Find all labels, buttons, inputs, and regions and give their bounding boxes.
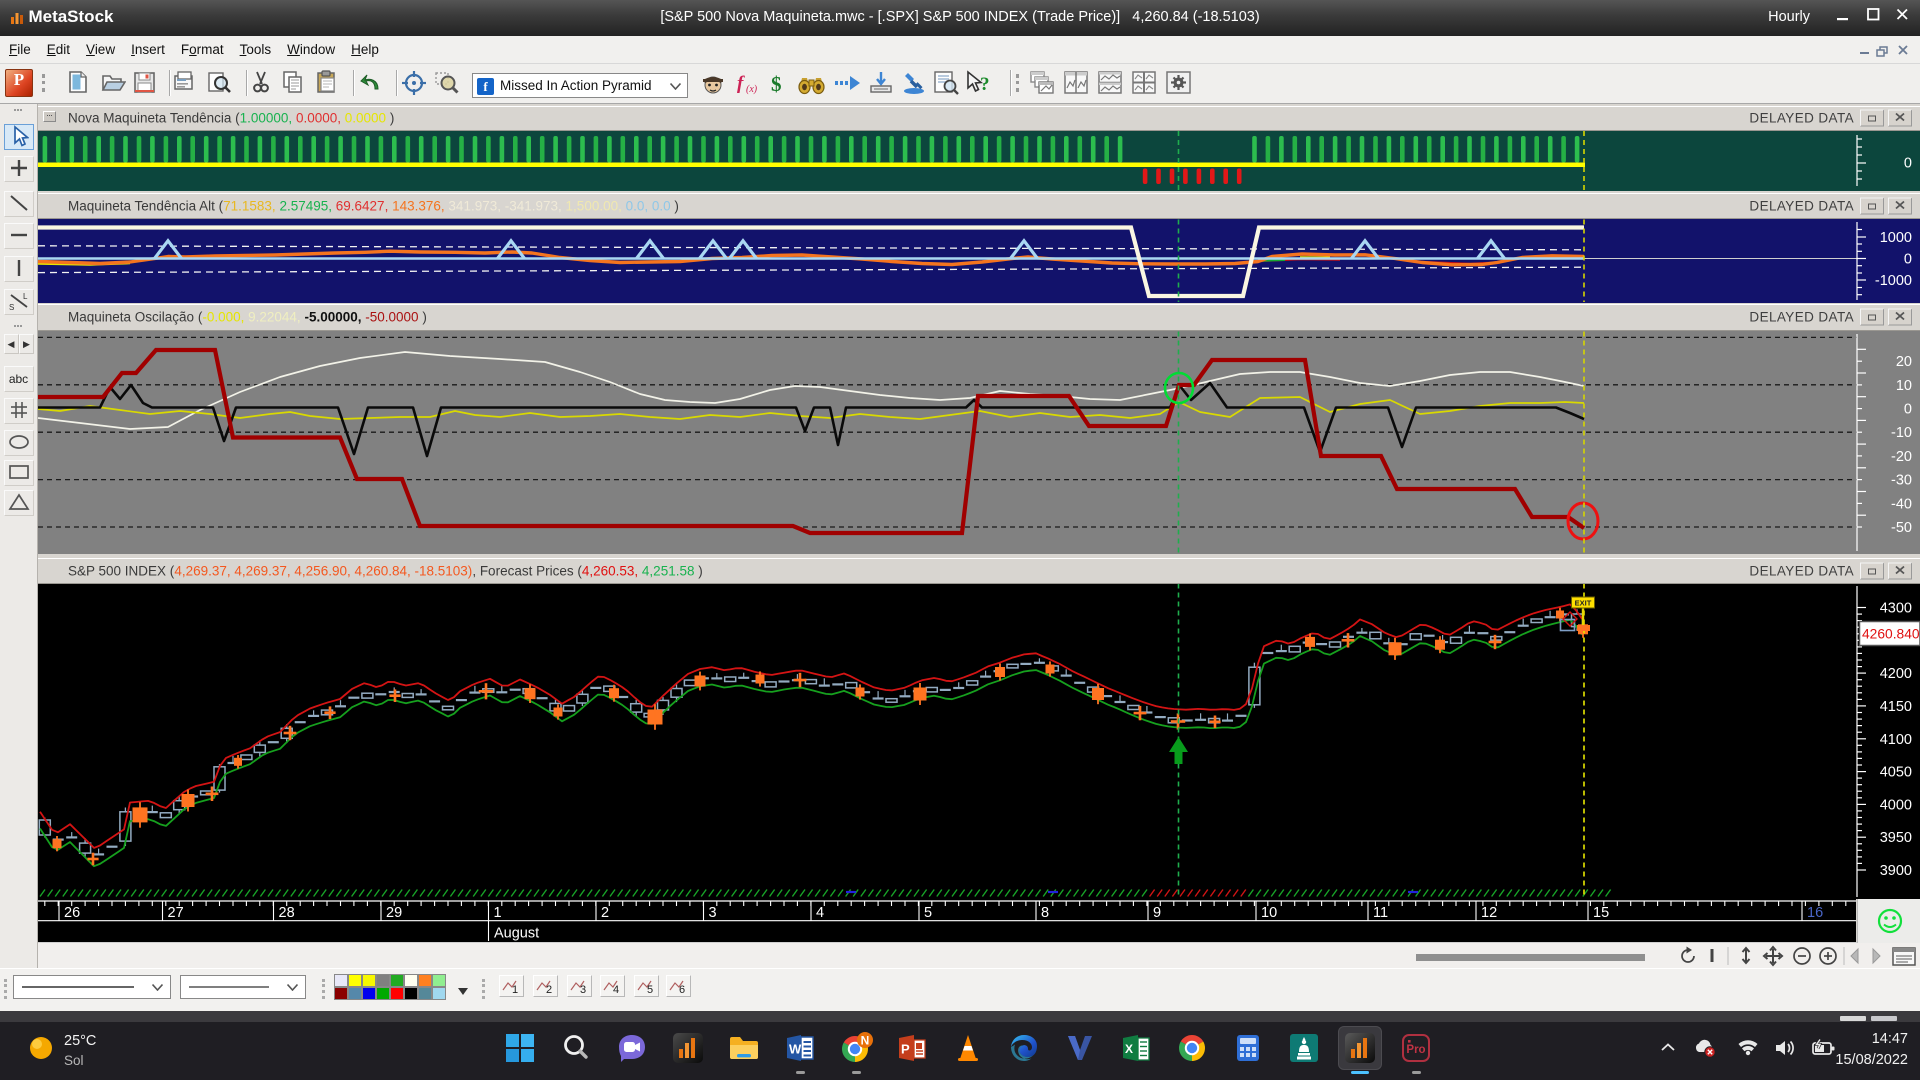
svg-text:0: 0 <box>1904 252 1912 268</box>
svg-text:20: 20 <box>1896 354 1912 370</box>
svg-text:-1000: -1000 <box>1875 273 1912 289</box>
svg-text:11: 11 <box>1373 905 1388 921</box>
svg-text:8: 8 <box>1041 905 1049 921</box>
svg-text:-50: -50 <box>1891 520 1912 536</box>
svg-text:2: 2 <box>546 984 552 996</box>
svg-text:10: 10 <box>1896 378 1912 394</box>
svg-text:2: 2 <box>601 905 609 921</box>
svg-text:3950: 3950 <box>1880 830 1912 846</box>
svg-text:W: W <box>789 1042 802 1057</box>
svg-text:-40: -40 <box>1891 496 1912 512</box>
svg-text:16: 16 <box>1807 905 1823 921</box>
svg-text:Pro: Pro <box>1406 1044 1425 1056</box>
svg-text:4: 4 <box>816 905 824 921</box>
svg-text:-10: -10 <box>1891 425 1912 441</box>
svg-text:6: 6 <box>679 984 685 996</box>
svg-text:4: 4 <box>613 984 619 996</box>
svg-text:4260.840: 4260.840 <box>1862 627 1920 642</box>
svg-text:4000: 4000 <box>1880 797 1912 813</box>
svg-text:5: 5 <box>647 984 653 996</box>
svg-text:3: 3 <box>580 984 586 996</box>
svg-text:4300: 4300 <box>1880 601 1912 617</box>
svg-text:1000: 1000 <box>1880 230 1912 246</box>
svg-text:5: 5 <box>924 905 932 921</box>
svg-text:EXIT: EXIT <box>1575 599 1592 608</box>
svg-text:P: P <box>901 1042 910 1057</box>
svg-text:0: 0 <box>1904 156 1912 172</box>
svg-text:9: 9 <box>1153 905 1161 921</box>
svg-text:27: 27 <box>168 905 184 921</box>
svg-text:0: 0 <box>1904 402 1912 418</box>
svg-text:4150: 4150 <box>1880 699 1912 715</box>
svg-text:4100: 4100 <box>1880 732 1912 748</box>
svg-text:-20: -20 <box>1891 449 1912 465</box>
svg-text:-30: -30 <box>1891 473 1912 489</box>
svg-text:4050: 4050 <box>1880 765 1912 781</box>
svg-text:3: 3 <box>709 905 717 921</box>
svg-text:4200: 4200 <box>1880 666 1912 682</box>
svg-text:1: 1 <box>512 984 518 996</box>
svg-text:29: 29 <box>386 905 402 921</box>
svg-text:3900: 3900 <box>1880 863 1912 879</box>
svg-text:10: 10 <box>1261 905 1277 921</box>
svg-text:N: N <box>861 1034 870 1048</box>
svg-text:X: X <box>1125 1042 1133 1056</box>
svg-text:12: 12 <box>1481 905 1497 921</box>
svg-text:1: 1 <box>494 905 502 921</box>
svg-text:15: 15 <box>1593 905 1609 921</box>
svg-text:28: 28 <box>279 905 295 921</box>
svg-text:26: 26 <box>64 905 80 921</box>
svg-text:August: August <box>494 926 539 942</box>
